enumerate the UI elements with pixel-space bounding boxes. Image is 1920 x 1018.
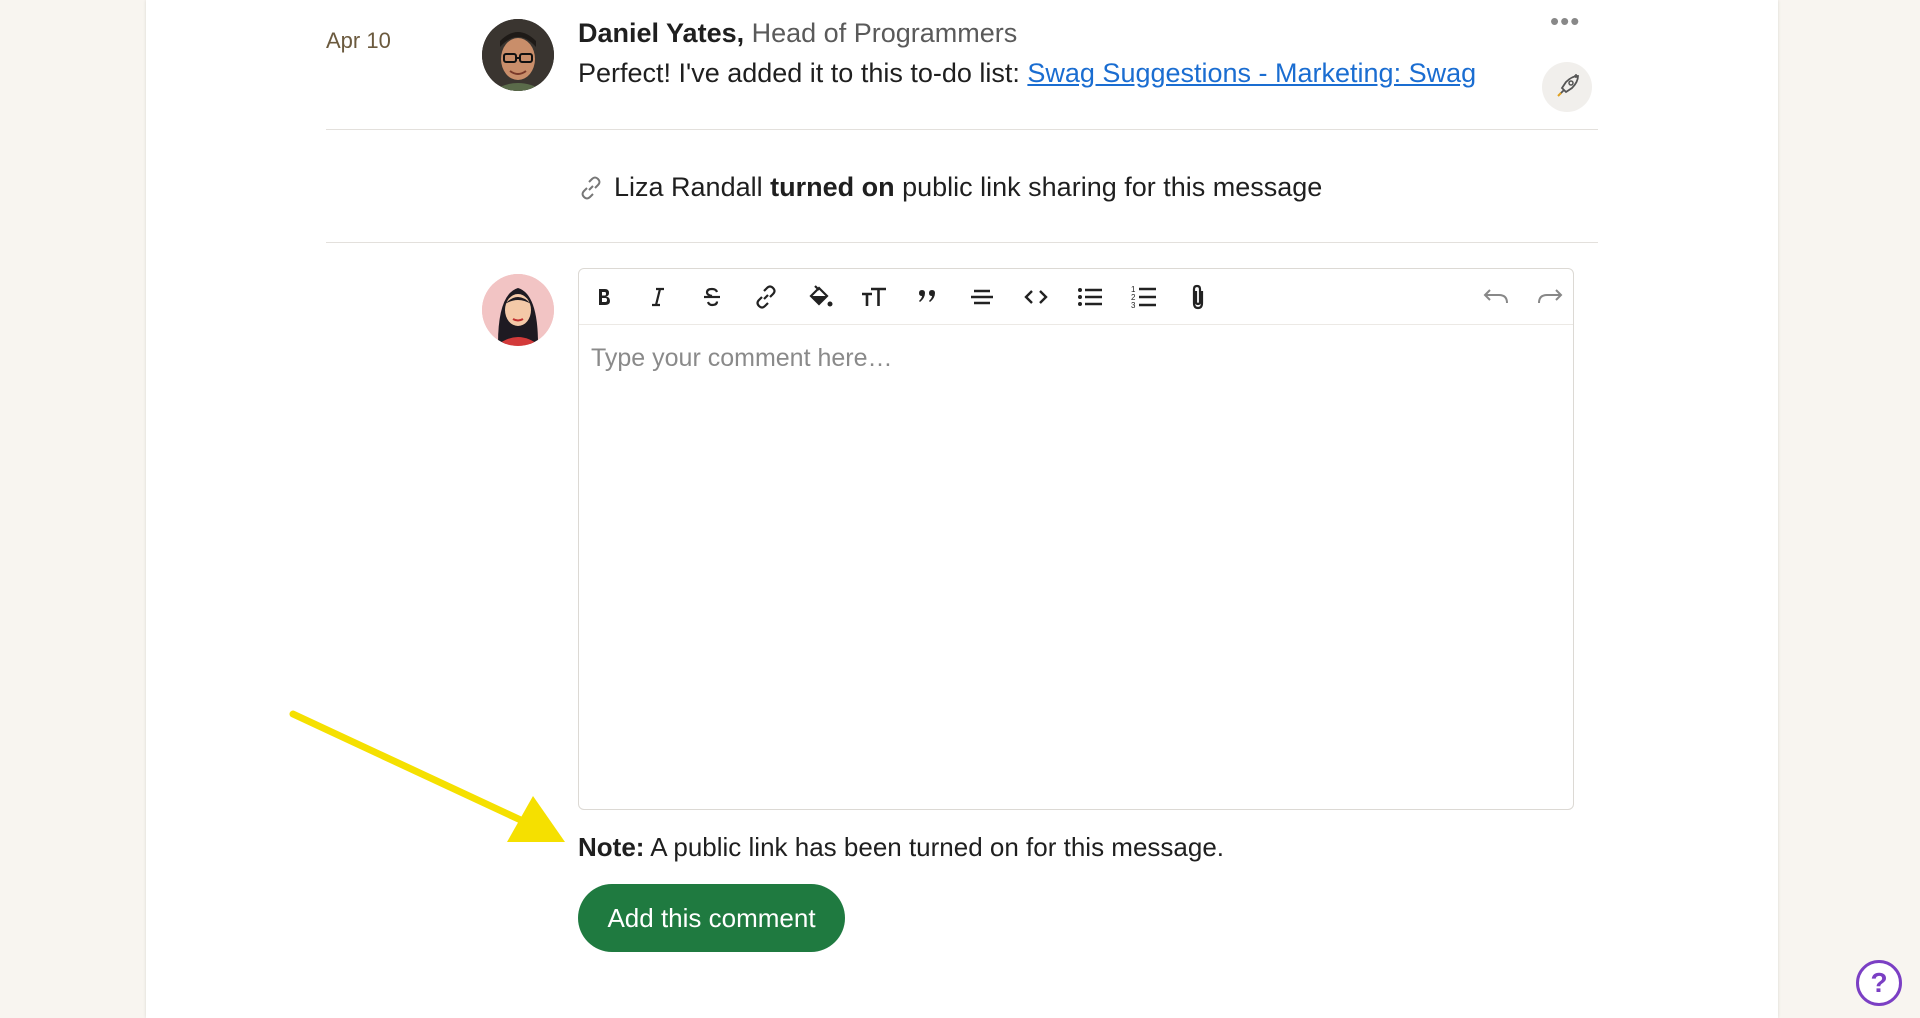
annotation-arrow-icon <box>289 710 565 842</box>
strikethrough-icon <box>704 287 720 307</box>
message-text: Perfect! I've added it to this to-do lis… <box>578 58 1028 88</box>
author-avatar[interactable] <box>482 19 554 91</box>
bold-button[interactable] <box>585 279 623 315</box>
bold-icon <box>599 289 610 305</box>
author-line: Daniel Yates, Head of Programmers <box>578 18 1017 49</box>
attachment-button[interactable] <box>1179 279 1217 315</box>
author-name[interactable]: Daniel Yates, <box>578 18 744 48</box>
svg-text:3: 3 <box>1131 301 1136 310</box>
attachment-icon <box>1192 284 1204 310</box>
divider <box>326 129 1598 130</box>
boost-button[interactable] <box>1542 62 1592 112</box>
bulleted-list-button[interactable] <box>1071 279 1109 315</box>
highlight-button[interactable] <box>801 279 839 315</box>
link-icon <box>756 285 776 309</box>
note-label: Note: <box>578 832 645 862</box>
text-size-button[interactable] <box>855 279 893 315</box>
text-size-icon <box>862 287 886 306</box>
message-date: Apr 10 <box>326 28 391 53</box>
link-sharing-event: Liza Randall turned on public link shari… <box>578 172 1322 203</box>
horizontal-rule-button[interactable] <box>963 279 1001 315</box>
numbered-list-button[interactable]: 123 <box>1125 279 1163 315</box>
strikethrough-button[interactable] <box>693 279 731 315</box>
event-actor: Liza Randall <box>614 172 763 202</box>
numbered-list-icon: 123 <box>1131 285 1156 310</box>
todo-list-link[interactable]: Swag Suggestions - Marketing: Swag <box>1027 58 1476 88</box>
more-options-button[interactable]: ••• <box>1550 6 1580 37</box>
italic-button[interactable] <box>639 279 677 315</box>
undo-button[interactable] <box>1477 279 1515 315</box>
code-icon <box>1024 290 1048 304</box>
rocket-icon <box>1557 74 1579 97</box>
commenter-avatar[interactable] <box>482 274 554 346</box>
note-text: A public link has been turned on for thi… <box>644 832 1225 862</box>
bulleted-list-icon <box>1078 288 1102 306</box>
italic-icon <box>652 287 664 307</box>
quote-icon <box>919 290 935 302</box>
horizontal-rule-icon <box>971 289 993 305</box>
author-role: Head of Programmers <box>751 18 1018 48</box>
event-action: turned on <box>770 172 895 202</box>
help-button[interactable]: ? <box>1856 960 1902 1006</box>
comment-editor: 123 <box>578 268 1574 810</box>
redo-icon <box>1538 289 1563 304</box>
add-comment-button[interactable]: Add this comment <box>578 884 845 952</box>
link-icon <box>578 175 604 201</box>
divider <box>326 242 1598 243</box>
undo-icon <box>1483 289 1508 304</box>
comment-input[interactable] <box>579 326 1573 809</box>
editor-toolbar: 123 <box>579 269 1573 325</box>
link-button[interactable] <box>747 279 785 315</box>
public-link-note: Note: A public link has been turned on f… <box>578 832 1224 863</box>
quote-button[interactable] <box>909 279 947 315</box>
event-rest: public link sharing for this message <box>902 172 1323 202</box>
highlight-icon <box>809 285 833 307</box>
code-button[interactable] <box>1017 279 1055 315</box>
message-body: Perfect! I've added it to this to-do lis… <box>578 58 1476 89</box>
redo-button[interactable] <box>1531 279 1569 315</box>
